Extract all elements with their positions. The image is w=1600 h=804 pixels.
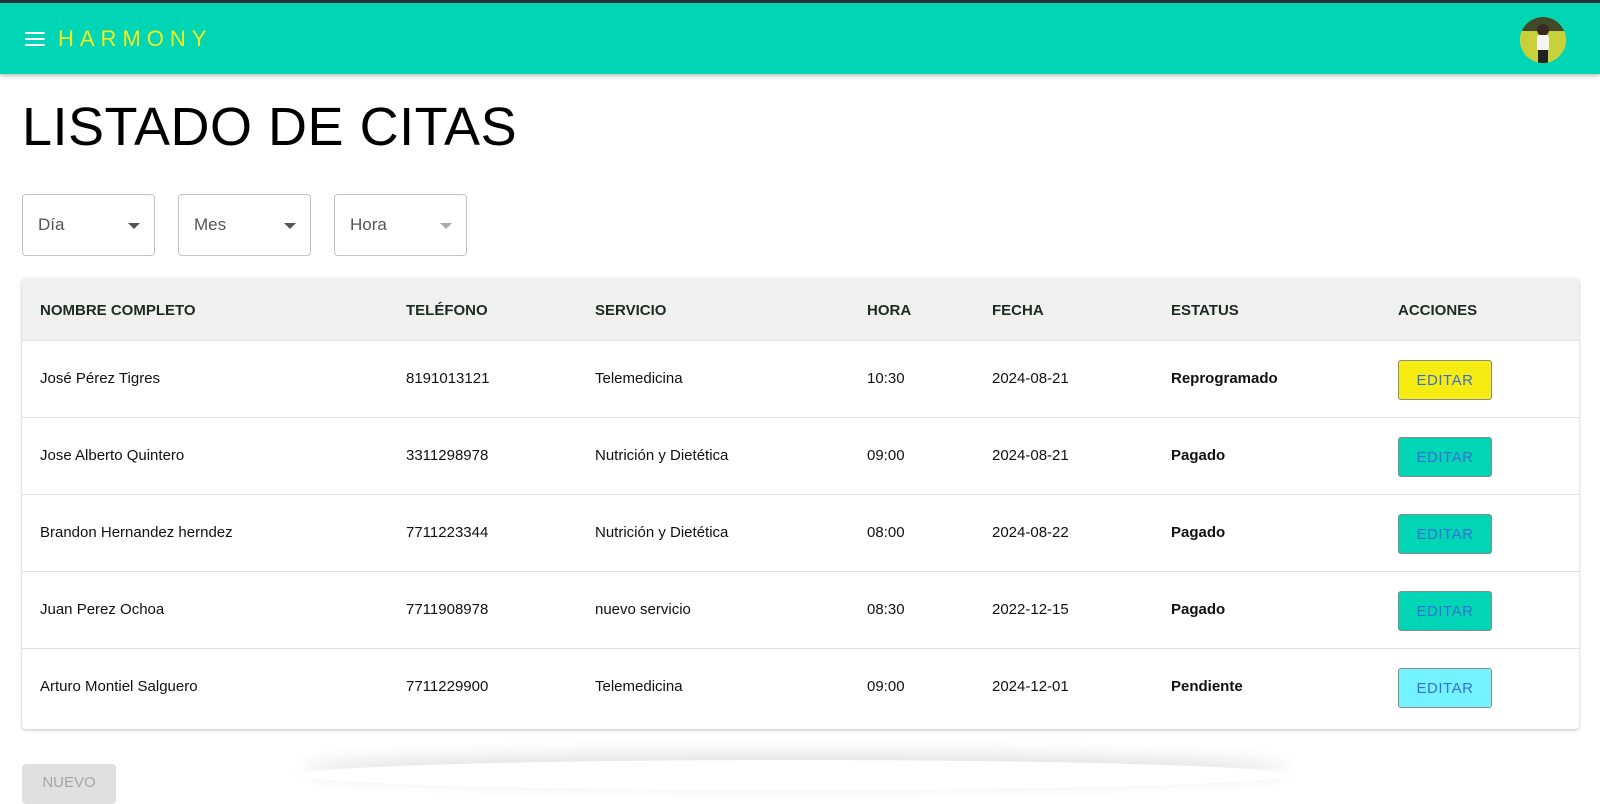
column-header-servicio: SERVICIO bbox=[595, 302, 667, 319]
cell-nombre: Jose Alberto Quintero bbox=[40, 447, 185, 464]
cell-telefono: 7711223344 bbox=[406, 524, 489, 541]
bottom-panel-shadow bbox=[300, 760, 1290, 790]
cell-estatus: Pendiente bbox=[1171, 678, 1243, 695]
table-row: José Pérez Tigres 8191013121 Telemedicin… bbox=[22, 341, 1579, 418]
citas-table: NOMBRE COMPLETO TELÉFONO SERVICIO HORA F… bbox=[22, 278, 1579, 729]
filter-dia-select[interactable]: Día bbox=[22, 194, 155, 256]
cell-estatus: Pagado bbox=[1171, 601, 1226, 618]
cell-nombre: Juan Perez Ochoa bbox=[40, 601, 165, 618]
column-header-nombre: NOMBRE COMPLETO bbox=[40, 302, 196, 319]
cell-hora: 08:00 bbox=[867, 524, 905, 541]
edit-button[interactable]: EDITAR bbox=[1398, 360, 1492, 400]
table-row: Jose Alberto Quintero 3311298978 Nutrici… bbox=[22, 418, 1579, 495]
filter-mes-label: Mes bbox=[194, 215, 227, 234]
cell-fecha: 2022-12-15 bbox=[992, 601, 1069, 618]
cell-fecha: 2024-08-21 bbox=[992, 370, 1069, 387]
filter-mes-select[interactable]: Mes bbox=[178, 194, 311, 256]
page-title: LISTADO DE CITAS bbox=[22, 97, 518, 157]
cell-fecha: 2024-08-22 bbox=[992, 524, 1069, 541]
table-row: Juan Perez Ochoa 7711908978 nuevo servic… bbox=[22, 572, 1579, 649]
cell-fecha: 2024-12-01 bbox=[992, 678, 1069, 695]
app-bar: HARMONY bbox=[0, 3, 1600, 74]
cell-nombre: Arturo Montiel Salguero bbox=[40, 678, 198, 695]
edit-button[interactable]: EDITAR bbox=[1398, 437, 1492, 477]
cell-telefono: 8191013121 bbox=[406, 370, 490, 387]
cell-hora: 09:00 bbox=[867, 447, 905, 464]
cell-hora: 09:00 bbox=[867, 678, 905, 695]
column-header-estatus: ESTATUS bbox=[1171, 302, 1239, 319]
cell-estatus: Reprogramado bbox=[1171, 370, 1278, 387]
cell-telefono: 7711908978 bbox=[406, 601, 489, 618]
column-header-acciones: ACCIONES bbox=[1398, 302, 1478, 319]
filter-hora-label: Hora bbox=[350, 215, 387, 234]
table-row: Arturo Montiel Salguero 7711229900 Telem… bbox=[22, 649, 1579, 726]
cell-servicio: Nutrición y Dietética bbox=[595, 524, 729, 541]
column-header-hora: HORA bbox=[867, 302, 912, 319]
edit-button[interactable]: EDITAR bbox=[1398, 668, 1492, 708]
cell-estatus: Pagado bbox=[1171, 524, 1226, 541]
user-avatar[interactable] bbox=[1520, 17, 1566, 63]
cell-hora: 08:30 bbox=[867, 601, 905, 618]
edit-button[interactable]: EDITAR bbox=[1398, 591, 1492, 631]
cell-servicio: Telemedicina bbox=[595, 370, 683, 387]
arrow-drop-down-icon bbox=[440, 223, 452, 229]
arrow-drop-down-icon bbox=[128, 223, 140, 229]
cell-telefono: 7711229900 bbox=[406, 678, 489, 695]
cell-servicio: Telemedicina bbox=[595, 678, 683, 695]
column-header-fecha: FECHA bbox=[992, 302, 1044, 319]
table-row: Brandon Hernandez herndez 7711223344 Nut… bbox=[22, 495, 1579, 572]
table-header: NOMBRE COMPLETO TELÉFONO SERVICIO HORA F… bbox=[22, 278, 1579, 341]
cell-nombre: José Pérez Tigres bbox=[40, 370, 161, 387]
cell-nombre: Brandon Hernandez herndez bbox=[40, 524, 233, 541]
cell-estatus: Pagado bbox=[1171, 447, 1226, 464]
cell-telefono: 3311298978 bbox=[406, 447, 489, 464]
filter-dia-label: Día bbox=[38, 215, 65, 234]
brand-title: HARMONY bbox=[58, 26, 213, 51]
menu-icon[interactable] bbox=[22, 28, 48, 50]
cell-servicio: Nutrición y Dietética bbox=[595, 447, 729, 464]
arrow-drop-down-icon bbox=[284, 223, 296, 229]
cell-servicio: nuevo servicio bbox=[595, 601, 691, 618]
cell-fecha: 2024-08-21 bbox=[992, 447, 1069, 464]
cell-hora: 10:30 bbox=[867, 370, 905, 387]
edit-button[interactable]: EDITAR bbox=[1398, 514, 1492, 554]
filter-hora-select[interactable]: Hora bbox=[334, 194, 467, 256]
new-appointment-button[interactable]: NUEVO bbox=[22, 764, 116, 804]
column-header-telefono: TELÉFONO bbox=[406, 302, 488, 319]
avatar-image bbox=[1520, 17, 1566, 63]
